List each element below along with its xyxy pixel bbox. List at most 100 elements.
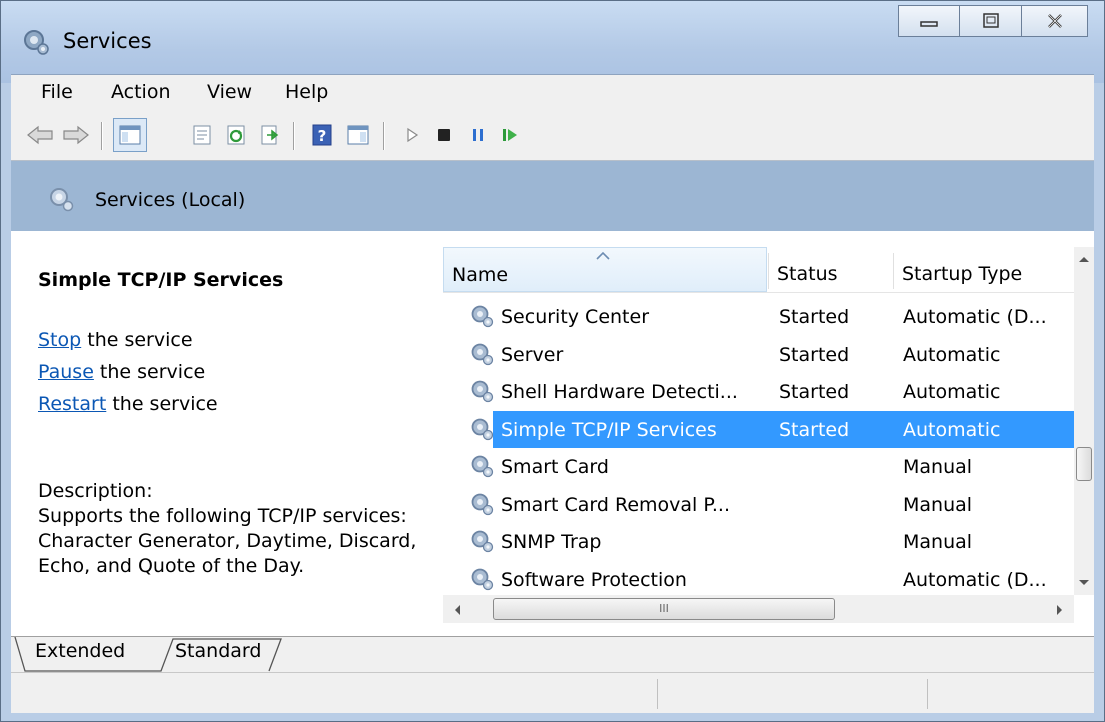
export-list-button[interactable] [255, 120, 285, 150]
service-name-cell: Server [501, 343, 564, 366]
menu-action[interactable]: Action [111, 81, 171, 103]
service-gear-icon [471, 343, 494, 365]
service-gear-icon [471, 305, 494, 328]
selected-service-name: Simple TCP/IP Services [38, 269, 284, 291]
service-gear-icon [471, 380, 494, 403]
gear-icon [50, 188, 74, 212]
service-startup-cell: Automatic [903, 418, 1001, 441]
menu-help[interactable]: Help [285, 81, 328, 103]
help-icon: ? [312, 124, 332, 146]
toolbar: ? [11, 112, 1094, 161]
pause-link[interactable]: Pause [38, 361, 94, 383]
menu-view[interactable]: View [207, 81, 252, 103]
column-startup-type-label: Startup Type [902, 263, 1023, 285]
column-status-label: Status [777, 263, 838, 285]
start-service-button[interactable] [397, 120, 427, 150]
help-button[interactable]: ? [307, 120, 337, 150]
service-startup-cell: Automatic [903, 343, 1001, 366]
forward-button[interactable] [61, 120, 91, 150]
vertical-scroll-thumb[interactable] [1076, 447, 1092, 481]
table-row[interactable]: Security Center Started Automatic (D... [443, 298, 1074, 335]
vertical-scrollbar[interactable] [1074, 247, 1094, 595]
tab-extended[interactable]: Extended [35, 640, 125, 662]
scroll-up-icon[interactable] [1078, 255, 1090, 263]
console-tree-button[interactable] [113, 118, 147, 152]
pause-action: Pause the service [38, 361, 205, 383]
properties-icon [193, 125, 211, 145]
service-startup-cell: Automatic (D... [903, 568, 1047, 591]
restart-link[interactable]: Restart [38, 393, 106, 415]
service-gear-icon [471, 530, 494, 553]
stop-service-button[interactable] [429, 120, 459, 150]
service-name-cell: Smart Card [501, 456, 609, 478]
view-tabs: Extended Standard [11, 636, 1094, 673]
stop-link[interactable]: Stop [38, 329, 81, 351]
show-hide-action-pane-button[interactable] [343, 120, 373, 150]
description-text: Supports the following TCP/IP services: … [38, 505, 417, 577]
table-row[interactable]: Server Started Automatic [443, 336, 1074, 373]
service-name-cell: SNMP Trap [501, 531, 602, 553]
service-description: Description: Supports the following TCP/… [38, 479, 423, 579]
back-button[interactable] [25, 120, 55, 150]
refresh-button[interactable] [221, 120, 251, 150]
close-icon [1047, 14, 1062, 28]
toolbar-separator [383, 122, 384, 150]
minimize-button[interactable] [898, 5, 960, 37]
menu-bar: File Action View Help [11, 74, 1094, 113]
title-bar[interactable]: Services [1, 1, 1104, 83]
tab-standard[interactable]: Standard [175, 640, 261, 662]
details-pane: Simple TCP/IP Services Stop the service … [11, 231, 425, 636]
table-row[interactable]: Shell Hardware Detecti... Started Automati… [443, 373, 1074, 410]
resume-service-button[interactable] [495, 120, 525, 150]
table-row[interactable]: Software Protection Automatic (D... [443, 561, 1074, 598]
forward-icon [63, 125, 89, 145]
toolbar-separator [101, 122, 102, 150]
properties-button[interactable] [187, 120, 217, 150]
column-name[interactable]: Name [443, 247, 767, 292]
column-status[interactable]: Status [769, 247, 893, 292]
export-list-icon [261, 125, 279, 145]
main-content: Services (Local) Simple TCP/IP Services … [11, 161, 1094, 636]
scroll-right-icon[interactable] [1056, 604, 1064, 616]
back-icon [27, 125, 53, 145]
table-row[interactable]: Simple TCP/IP Services Started Automatic [443, 410, 1074, 448]
service-startup-cell: Automatic (D... [903, 306, 1047, 328]
status-bar [11, 672, 1094, 713]
service-name-cell: Shell Hardware Detecti... [501, 381, 738, 403]
column-startup-type[interactable]: Startup Type [894, 247, 1074, 292]
pause-service-icon [473, 129, 483, 141]
refresh-icon [227, 125, 245, 145]
restart-action: Restart the service [38, 393, 218, 415]
status-separator [657, 679, 658, 709]
show-hide-action-pane-icon [347, 125, 369, 145]
service-status-cell: Started [779, 418, 850, 441]
close-button[interactable] [1022, 5, 1088, 37]
gear-icon [24, 30, 49, 55]
maximize-button[interactable] [960, 5, 1022, 37]
scroll-left-icon[interactable] [453, 604, 461, 616]
start-service-icon [407, 127, 419, 143]
table-row[interactable]: Smart Card Removal P... Manual [443, 486, 1074, 523]
table-row[interactable]: SNMP Trap Manual [443, 523, 1074, 560]
service-name-cell: Smart Card Removal P... [501, 493, 730, 516]
resume-service-icon [503, 129, 517, 141]
pause-action-text: the service [93, 361, 206, 383]
service-startup-cell: Automatic [903, 381, 1001, 403]
pause-service-button[interactable] [463, 120, 493, 150]
maximize-icon [982, 13, 999, 28]
service-gear-icon [471, 418, 494, 440]
restart-action-text: the service [106, 393, 218, 415]
scroll-down-icon[interactable] [1078, 579, 1090, 587]
table-row[interactable]: Smart Card Manual [443, 448, 1074, 485]
stop-service-icon [438, 129, 450, 141]
service-gear-icon [471, 455, 494, 478]
service-startup-cell: Manual [903, 493, 973, 516]
service-startup-cell: Manual [903, 456, 973, 478]
description-label: Description: [38, 480, 153, 502]
horizontal-scroll-thumb[interactable]: III [493, 598, 835, 620]
menu-file[interactable]: File [41, 81, 73, 103]
horizontal-scrollbar[interactable]: III [443, 595, 1074, 623]
svg-text:?: ? [318, 127, 327, 145]
toolbar-separator [293, 122, 294, 150]
window-controls [898, 5, 1088, 39]
